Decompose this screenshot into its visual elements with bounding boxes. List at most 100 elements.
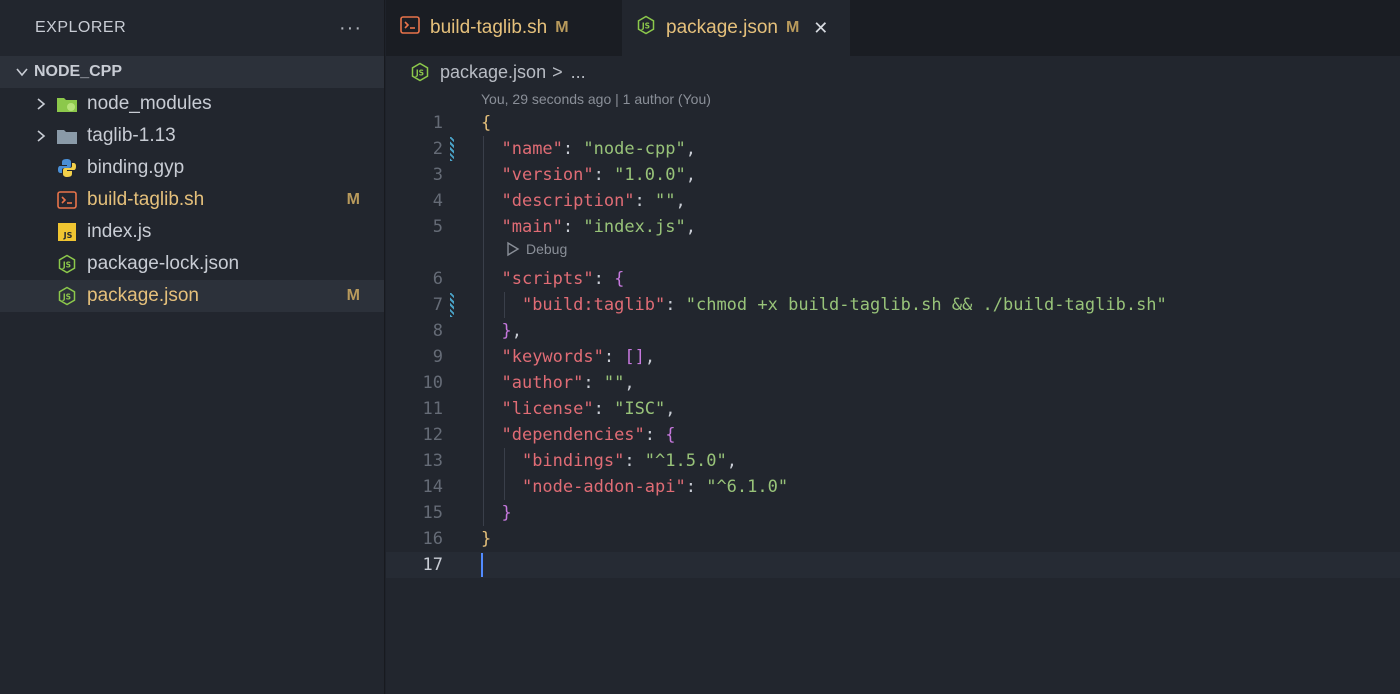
code-text: "name": "node-cpp", bbox=[501, 139, 696, 159]
chevron-right-icon: > bbox=[552, 61, 563, 82]
indent-guide bbox=[483, 136, 484, 526]
git-modified-indicator[interactable] bbox=[450, 293, 454, 317]
code-text: "version": "1.0.0", bbox=[501, 165, 696, 185]
code-text: { bbox=[481, 113, 492, 133]
line-number: 1 bbox=[432, 113, 443, 133]
tree-item[interactable]: build-taglib.sh M bbox=[0, 184, 384, 216]
line-number: 2 bbox=[432, 139, 443, 159]
indent-guide bbox=[504, 292, 505, 318]
tab-bar: build-taglib.sh M JS package.json M ✕ bbox=[386, 0, 1400, 56]
code-text: "author": "", bbox=[501, 373, 635, 393]
python-icon bbox=[56, 157, 78, 179]
file-tree: node_modules taglib-1.13 binding.gyp build-… bbox=[0, 88, 384, 312]
code-text: "dependencies": { bbox=[501, 425, 676, 445]
code-line: 6 "scripts": { bbox=[386, 266, 1400, 292]
code-line: 4 "description": "", bbox=[386, 188, 1400, 214]
code-text: "bindings": "^1.5.0", bbox=[521, 451, 737, 471]
file-name: build-taglib.sh bbox=[87, 189, 205, 210]
tree-item[interactable]: binding.gyp bbox=[0, 152, 384, 184]
file-name: node_modules bbox=[87, 93, 212, 114]
code-line: 17 bbox=[386, 552, 1400, 578]
line-number: 3 bbox=[432, 165, 443, 185]
line-number: 12 bbox=[422, 425, 443, 445]
code-line: 2 "name": "node-cpp", bbox=[386, 136, 1400, 162]
breadcrumb-file[interactable]: package.json bbox=[440, 62, 546, 83]
code-line: 9 "keywords": [], bbox=[386, 344, 1400, 370]
svg-text:JS: JS bbox=[62, 293, 71, 302]
code-text: "main": "index.js", bbox=[501, 217, 696, 237]
line-number: 13 bbox=[422, 451, 443, 471]
modified-badge: M bbox=[346, 287, 360, 304]
line-number: 10 bbox=[422, 373, 443, 393]
tab-label: build-taglib.sh bbox=[430, 17, 548, 38]
code-text: } bbox=[481, 529, 492, 549]
svg-text:JS: JS bbox=[641, 22, 650, 31]
explorer-sidebar: EXPLORER ··· NODE_CPP node_modulestaglib… bbox=[0, 0, 385, 694]
more-actions-icon[interactable]: ··· bbox=[339, 17, 362, 40]
file-name: binding.gyp bbox=[87, 157, 185, 178]
close-icon[interactable]: ✕ bbox=[813, 18, 828, 39]
debug-label: Debug bbox=[526, 241, 568, 257]
chevron-right-icon[interactable] bbox=[30, 97, 52, 111]
code-line: 12 "dependencies": { bbox=[386, 422, 1400, 448]
code-editor[interactable]: You, 29 seconds ago | 1 author (You) Deb… bbox=[386, 88, 1400, 694]
tab-package-json[interactable]: JS package.json M ✕ bbox=[622, 0, 850, 56]
chevron-down-icon bbox=[10, 65, 34, 79]
tree-item[interactable]: JS package-lock.json bbox=[0, 248, 384, 280]
file-name: package.json bbox=[87, 285, 199, 306]
code-text: "build:taglib": "chmod +x build-taglib.s… bbox=[521, 295, 1167, 315]
tab-label: package.json bbox=[666, 17, 778, 38]
code-text: "scripts": { bbox=[501, 269, 625, 289]
line-number: 7 bbox=[432, 295, 443, 315]
code-text: "description": "", bbox=[501, 191, 686, 211]
tree-item[interactable]: taglib-1.13 bbox=[0, 120, 384, 152]
code-line: 8 }, bbox=[386, 318, 1400, 344]
workspace-section-header[interactable]: NODE_CPP bbox=[0, 56, 384, 88]
js-icon: JS bbox=[56, 221, 78, 243]
line-number: 15 bbox=[422, 503, 443, 523]
tree-item[interactable]: JS package.json M bbox=[0, 280, 384, 312]
nodejs-icon: JS bbox=[56, 253, 78, 275]
play-icon bbox=[506, 241, 520, 257]
line-number: 4 bbox=[432, 191, 443, 211]
code-line: 5 "main": "index.js", bbox=[386, 214, 1400, 240]
tree-item[interactable]: JS index.js bbox=[0, 216, 384, 248]
indent-guide bbox=[504, 448, 505, 500]
code-line: 1{ bbox=[386, 110, 1400, 136]
breadcrumb-rest[interactable]: ... bbox=[571, 62, 586, 83]
code-line: 13 "bindings": "^1.5.0", bbox=[386, 448, 1400, 474]
nodejs-icon: JS bbox=[56, 285, 78, 307]
code-line: 3 "version": "1.0.0", bbox=[386, 162, 1400, 188]
modified-badge: M bbox=[555, 19, 569, 36]
code-text: "license": "ISC", bbox=[501, 399, 676, 419]
git-modified-indicator[interactable] bbox=[450, 137, 454, 161]
line-number: 5 bbox=[432, 217, 443, 237]
chevron-right-icon[interactable] bbox=[30, 129, 52, 143]
modified-badge: M bbox=[346, 191, 360, 208]
svg-text:JS: JS bbox=[415, 69, 424, 78]
code-line: 11 "license": "ISC", bbox=[386, 396, 1400, 422]
folder-icon bbox=[56, 125, 78, 147]
code-text: "node-addon-api": "^6.1.0" bbox=[521, 477, 789, 497]
line-number: 16 bbox=[422, 529, 443, 549]
code-line: 10 "author": "", bbox=[386, 370, 1400, 396]
code-line: 15 } bbox=[386, 500, 1400, 526]
tab-build-taglib[interactable]: build-taglib.sh M bbox=[386, 0, 622, 56]
git-blame-codelens[interactable]: You, 29 seconds ago | 1 author (You) bbox=[481, 91, 711, 107]
debug-codelens[interactable]: Debug bbox=[506, 241, 567, 257]
explorer-header: EXPLORER ··· bbox=[0, 0, 384, 56]
code-text: "keywords": [], bbox=[501, 347, 656, 367]
file-name: package-lock.json bbox=[87, 253, 240, 274]
line-number: 9 bbox=[432, 347, 443, 367]
line-number: 17 bbox=[422, 555, 443, 575]
modified-badge: M bbox=[785, 19, 800, 36]
shell-icon bbox=[400, 16, 420, 40]
code-line: 7 "build:taglib": "chmod +x build-taglib… bbox=[386, 292, 1400, 318]
code-text: } bbox=[501, 503, 512, 523]
tree-item[interactable]: node_modules bbox=[0, 88, 384, 120]
code-text: }, bbox=[501, 321, 522, 341]
breadcrumb: JS package.json > ... bbox=[386, 56, 1400, 88]
line-number: 8 bbox=[432, 321, 443, 341]
explorer-title: EXPLORER bbox=[35, 19, 127, 36]
svg-text:JS: JS bbox=[62, 261, 71, 270]
